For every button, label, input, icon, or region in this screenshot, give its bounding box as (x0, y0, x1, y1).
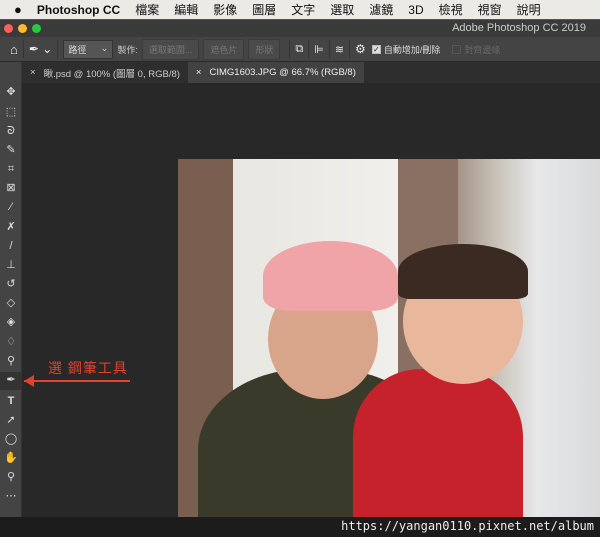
menu-file[interactable]: 檔案 (135, 1, 159, 18)
child-shirt (353, 369, 523, 537)
window-title: Adobe Photoshop CC 2019 (452, 22, 586, 34)
menu-view[interactable]: 檢視 (439, 1, 463, 18)
document-tabs: × 瞅.psd @ 100% (圖層 0, RGB/8) × CIMG1603.JP… (22, 62, 600, 83)
close-icon[interactable]: × (196, 67, 202, 78)
canvas-image[interactable] (178, 159, 600, 537)
align-edges-checkbox[interactable] (452, 44, 462, 54)
menu-layer[interactable]: 圖層 (252, 1, 276, 18)
menu-filter[interactable]: 濾鏡 (369, 1, 393, 18)
menu-help[interactable]: 說明 (517, 1, 541, 18)
hand-tool-icon[interactable]: ✋ (3, 450, 19, 466)
annotation-label: 選 鋼筆工具 (48, 360, 128, 376)
history-brush-tool-icon[interactable]: ↺ (3, 276, 19, 292)
mode-select[interactable]: 路徑 ⌄ (63, 39, 114, 59)
menu-bar: ● Photoshop CC 檔案 編輯 影像 圖層 文字 選取 濾鏡 3D 檢… (0, 0, 600, 19)
home-icon[interactable]: ⌂ (10, 42, 18, 57)
ellipse-tool-icon[interactable]: ◯ (3, 431, 19, 447)
tab-label: 瞅.psd @ 100% (圖層 0, RGB/8) (43, 68, 180, 80)
options-bar: ⌂ ✒ ⌄ 路徑 ⌄ 製作: 選取範圍... 遮色片 形狀 ⧉ ⊫ ≋ ⚙ ✓ 自… (0, 37, 600, 62)
path-alignment-icon[interactable]: ⊫ (314, 43, 324, 56)
stamp-tool-icon[interactable]: ⊥ (3, 257, 19, 273)
dodge-tool-icon[interactable]: ⚲ (3, 353, 19, 369)
auto-add-delete-checkbox[interactable]: ✓ (371, 44, 381, 54)
minimize-window-button[interactable] (18, 24, 27, 33)
path-arrangement-icon[interactable]: ≋ (335, 43, 344, 56)
zoom-tool-icon[interactable]: ⚲ (3, 469, 19, 485)
make-shape-button[interactable]: 形狀 (248, 38, 281, 60)
brush-tool-icon[interactable]: / (3, 238, 19, 254)
eraser-tool-icon[interactable]: ◇ (3, 295, 19, 311)
healing-brush-tool-icon[interactable]: ✗ (3, 219, 19, 235)
eyedropper-tool-icon[interactable]: ⁄ (3, 199, 19, 215)
pink-cap (263, 241, 398, 311)
path-operations-icon[interactable]: ⧉ (295, 43, 303, 56)
make-selection-button[interactable]: 選取範圍... (141, 38, 200, 60)
crop-tool-icon[interactable]: ⌗ (3, 161, 19, 177)
close-window-button[interactable] (4, 24, 13, 33)
arrow-left-icon (24, 375, 34, 387)
close-icon[interactable]: × (30, 67, 36, 78)
make-label: 製作: (117, 44, 138, 55)
menu-3d[interactable]: 3D (408, 3, 423, 17)
move-tool-icon[interactable]: ✥ (3, 84, 19, 100)
watermark: https://yangan0110.pixnet.net/album (341, 519, 594, 533)
menu-edit[interactable]: 編輯 (174, 1, 198, 18)
lasso-tool-icon[interactable]: ᘐ (3, 123, 19, 139)
align-edges-label: 對齊邊緣 (464, 44, 501, 55)
menu-app[interactable]: Photoshop CC (37, 3, 120, 17)
make-mask-button[interactable]: 遮色片 (203, 38, 245, 60)
pen-tool-preset-icon[interactable]: ✒ ⌄ (29, 42, 52, 56)
frame-tool-icon[interactable]: ⊠ (3, 180, 19, 196)
apple-icon[interactable]: ● (14, 2, 22, 17)
menu-select[interactable]: 選取 (330, 1, 354, 18)
menu-window[interactable]: 視窗 (478, 1, 502, 18)
tools-panel: ✥ ⬚ ᘐ ✎ ⌗ ⊠ ⁄ ✗ / ⊥ ↺ ◇ ◈ ♢ ⚲ ✒ T ➚ ◯ ✋ … (0, 62, 22, 537)
annotation-arrow (24, 380, 130, 382)
path-selection-tool-icon[interactable]: ➚ (3, 412, 19, 428)
more-tools-icon[interactable]: ⋯ (3, 488, 19, 504)
menu-image[interactable]: 影像 (213, 1, 237, 18)
auto-add-delete-label: 自動增加/刪除 (383, 44, 441, 55)
pen-tool-icon[interactable]: ✒ (0, 372, 22, 390)
title-bar: Adobe Photoshop CC 2019 (0, 19, 600, 37)
quick-selection-tool-icon[interactable]: ✎ (3, 142, 19, 158)
gear-icon[interactable]: ⚙ (355, 42, 366, 56)
paint-bucket-tool-icon[interactable]: ◈ (3, 314, 19, 330)
tab-cimg1603[interactable]: × CIMG1603.JPG @ 66.7% (RGB/8) (187, 62, 364, 83)
child-hair (398, 244, 528, 299)
blur-tool-icon[interactable]: ♢ (3, 334, 19, 350)
tab-label: CIMG1603.JPG @ 66.7% (RGB/8) (209, 67, 356, 78)
type-tool-icon[interactable]: T (3, 393, 19, 409)
marquee-tool-icon[interactable]: ⬚ (3, 104, 19, 120)
menu-type[interactable]: 文字 (291, 1, 315, 18)
maximize-window-button[interactable] (32, 24, 41, 33)
tab-psd[interactable]: × 瞅.psd @ 100% (圖層 0, RGB/8) (22, 62, 188, 83)
